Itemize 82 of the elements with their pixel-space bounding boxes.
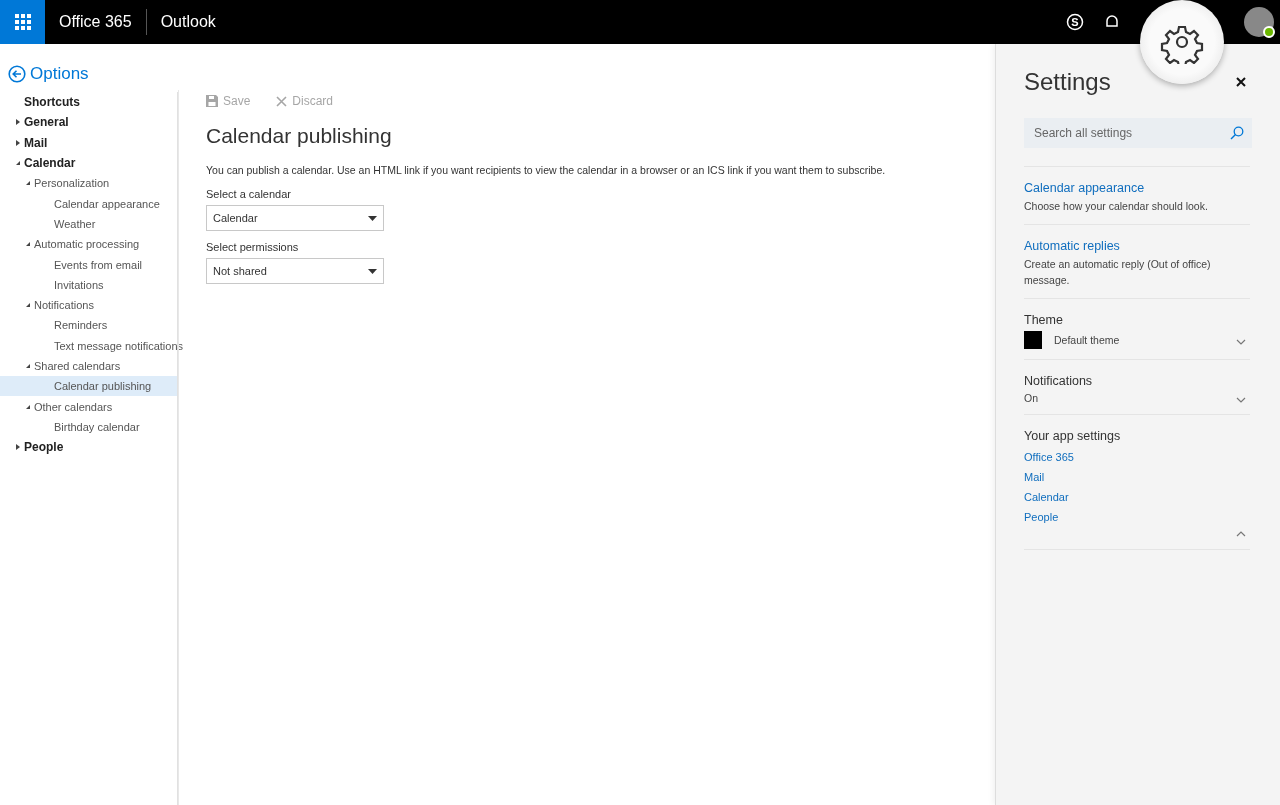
nav-item[interactable]: Events from email <box>54 258 143 271</box>
notifications-value[interactable]: On <box>1024 392 1236 404</box>
nav-item[interactable]: Notifications <box>34 299 94 312</box>
app-settings-link[interactable]: Office 365 <box>1024 447 1074 467</box>
chevron-up-icon[interactable] <box>1236 531 1246 537</box>
app-settings-link[interactable]: Calendar <box>1024 487 1069 507</box>
search-icon <box>1230 126 1244 140</box>
nav-item[interactable]: Text message notifications <box>54 339 183 352</box>
expanded-triangle-icon[interactable] <box>15 160 21 167</box>
nav-row[interactable]: Mail <box>0 132 177 153</box>
app-settings-link[interactable]: People <box>1024 507 1059 527</box>
chevron-down-icon[interactable] <box>1236 397 1246 403</box>
nav-item[interactable]: Birthday calendar <box>54 420 140 433</box>
dropdown[interactable]: Calendar <box>206 205 384 231</box>
nav-row[interactable]: Personalization <box>0 173 177 194</box>
app-name[interactable]: Outlook <box>160 13 216 31</box>
app-settings-link[interactable]: Mail <box>1024 467 1045 487</box>
nav-item[interactable]: Invitations <box>54 278 104 291</box>
nav-row[interactable]: Shortcuts <box>0 92 177 113</box>
nav-row[interactable]: Weather <box>0 213 177 235</box>
nav-row[interactable]: Notifications <box>0 294 177 316</box>
dropdown[interactable]: Not shared <box>206 258 384 284</box>
waffle-icon <box>14 14 31 30</box>
close-icon <box>276 95 288 107</box>
skype-icon[interactable]: S <box>1066 13 1084 31</box>
nav-item[interactable]: Other calendars <box>34 400 113 413</box>
theme-swatch[interactable] <box>1024 331 1042 349</box>
nav-row[interactable]: Automatic processing <box>0 234 177 255</box>
expanded-triangle-icon[interactable] <box>25 241 31 248</box>
theme-value[interactable]: Default theme <box>1054 334 1236 346</box>
nav-item[interactable]: Reminders <box>54 319 108 332</box>
caret-icon <box>368 215 377 221</box>
settings-link[interactable]: Automatic replies <box>1024 239 1120 253</box>
nav-row[interactable]: Birthday calendar <box>0 416 177 438</box>
field-label: Select permissions <box>206 241 300 253</box>
nav-item[interactable]: Mail <box>24 135 48 150</box>
chevron-down-icon[interactable] <box>1236 339 1246 345</box>
nav-row[interactable]: Shared calendars <box>0 355 177 377</box>
collapsed-triangle-icon[interactable] <box>15 119 21 126</box>
nav-item[interactable]: Calendar appearance <box>54 197 160 210</box>
nav-row[interactable]: Calendar publishing <box>0 376 177 397</box>
description-text: You can publish a calendar. Use an HTML link if you want recipients to view the calendar in a browser or an ICS link if you want them to subscribe. <box>206 164 887 176</box>
nav-row[interactable]: Reminders <box>0 315 177 336</box>
close-icon <box>1236 77 1246 87</box>
nav-item[interactable]: General <box>24 115 69 130</box>
settings-link[interactable]: Calendar appearance <box>1024 181 1145 195</box>
nav-row[interactable]: Calendar <box>0 152 177 174</box>
nav-row[interactable]: General <box>0 112 177 133</box>
section-label: Theme <box>1024 313 1063 327</box>
page-title: Calendar publishing <box>206 124 393 148</box>
nav-item[interactable]: Shortcuts <box>24 95 80 110</box>
settings-description: Choose how your calendar should look. <box>1024 199 1208 214</box>
panel-title: Settings <box>1024 68 1111 96</box>
expanded-triangle-icon[interactable] <box>25 302 31 309</box>
collapsed-triangle-icon[interactable] <box>15 139 21 146</box>
nav-row[interactable]: Other calendars <box>0 396 177 417</box>
brand-name[interactable]: Office 365 <box>59 13 132 31</box>
search-field[interactable]: Search all settings <box>1024 118 1252 148</box>
caret-icon <box>368 268 377 274</box>
nav-row[interactable]: Calendar appearance <box>0 193 177 214</box>
back-button[interactable]: Options <box>0 44 89 92</box>
expanded-triangle-icon[interactable] <box>25 180 31 187</box>
section-label: Your app settings <box>1024 429 1121 443</box>
app-launcher-button[interactable] <box>0 0 45 44</box>
nav-item[interactable]: Personalization <box>34 177 110 190</box>
expanded-triangle-icon[interactable] <box>25 363 31 369</box>
collapsed-triangle-icon[interactable] <box>15 444 21 451</box>
field-label: Select a calendar <box>206 188 292 200</box>
avatar[interactable] <box>1244 7 1274 37</box>
section-label: Notifications <box>1024 374 1093 388</box>
nav-item[interactable]: People <box>24 440 64 455</box>
settings-description: Create an automatic reply (Out of office) message. <box>1024 257 1212 288</box>
expanded-triangle-icon[interactable] <box>25 403 31 410</box>
nav-item[interactable]: Calendar publishing <box>54 380 152 393</box>
nav-item[interactable]: Calendar <box>24 156 76 171</box>
nav-item[interactable]: Shared calendars <box>34 360 121 372</box>
settings-button[interactable] <box>1140 0 1224 84</box>
nav-row[interactable]: Events from email <box>0 254 177 275</box>
nav-item[interactable]: Automatic processing <box>34 238 140 251</box>
nav-item[interactable]: Weather <box>54 217 96 230</box>
nav-row[interactable]: People <box>0 437 177 458</box>
nav-row[interactable]: Invitations <box>0 274 177 295</box>
